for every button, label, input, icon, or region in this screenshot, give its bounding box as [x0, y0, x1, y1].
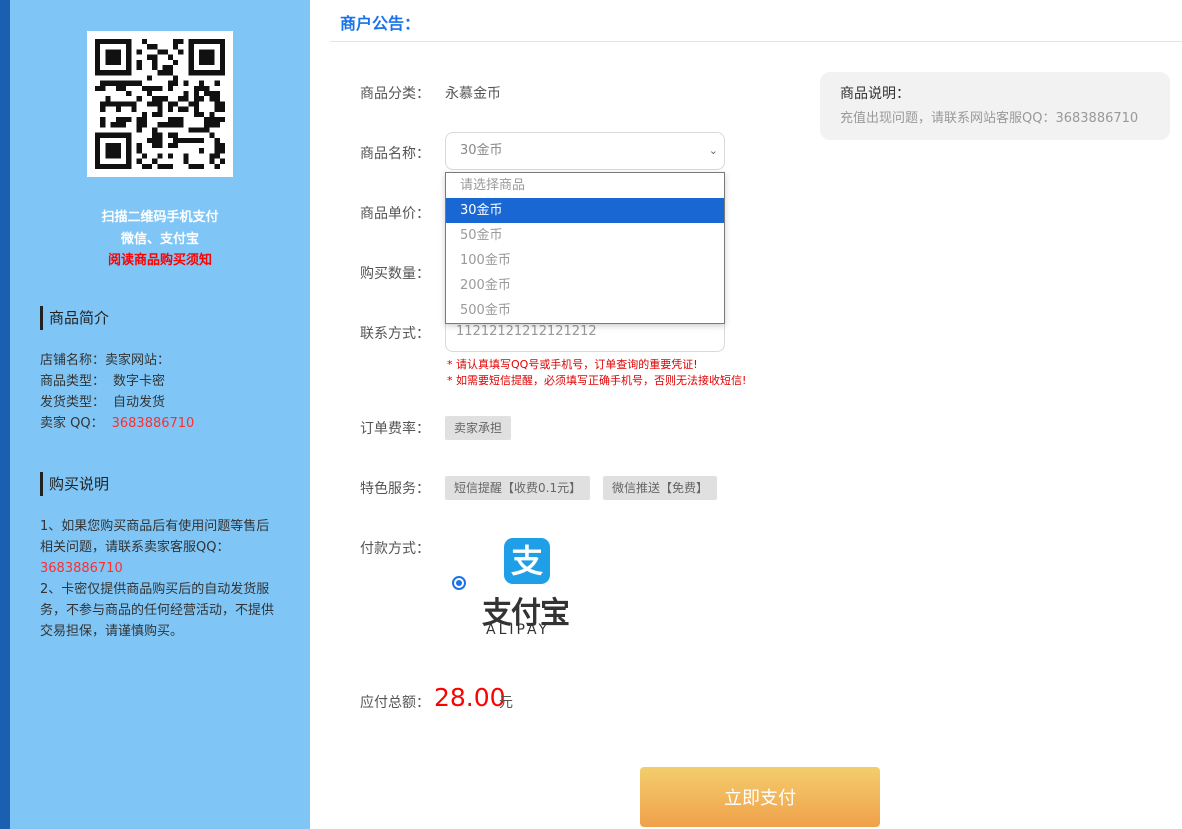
contact-label: 联系方式：	[360, 326, 430, 342]
purchase-note-1: 1、如果您购买商品后有使用问题等售后相关问题，请联系卖家客服QQ： 3683886…	[40, 516, 280, 579]
alipay-logo[interactable]: 支 支付宝 ALIPAY	[482, 538, 572, 640]
info-label: 店铺名称：	[40, 353, 106, 368]
total-unit: 元	[499, 695, 513, 711]
sidebar-edge-strip	[0, 0, 10, 829]
info-value: 自动发货	[113, 395, 166, 410]
qr-code-image	[95, 39, 225, 169]
payment-method-label: 付款方式：	[360, 541, 430, 557]
qr-code-modules	[95, 39, 225, 169]
category-value: 永慕金币	[445, 86, 501, 102]
product-option-30[interactable]: 30金币	[446, 198, 724, 223]
contact-hint-1: * 请认真填写QQ号或手机号，订单查询的重要凭证!	[447, 358, 698, 371]
product-option-100[interactable]: 100金币	[446, 248, 724, 273]
qr-caption-line1: 扫描二维码手机支付	[101, 210, 219, 225]
contact-input-text: 11212121212121212	[456, 324, 597, 339]
sms-service-button[interactable]: 短信提醒【收费0.1元】	[445, 476, 591, 500]
fee-tag: 卖家承担	[445, 416, 512, 440]
shop-info-list: 店铺名称：卖家网站： 商品类型： 数字卡密 发货类型： 自动发货 卖家 QQ： 368…	[40, 350, 194, 434]
purchase-notice-link[interactable]: 阅读商品购买须知	[10, 249, 310, 268]
qr-code	[87, 31, 233, 177]
alipay-icon: 支	[504, 538, 550, 584]
product-dropdown[interactable]: 请选择商品 30金币 50金币 100金币 200金币 500金币	[445, 172, 725, 324]
product-name-label: 商品名称：	[360, 146, 430, 162]
info-row-delivery-type: 发货类型： 自动发货	[40, 392, 194, 413]
product-option-500[interactable]: 500金币	[446, 298, 724, 323]
product-description-box: 商品说明： 充值出现问题，请联系网站客服QQ：3683886710	[820, 72, 1170, 140]
info-row-product-type: 商品类型： 数字卡密	[40, 371, 194, 392]
product-option-50[interactable]: 50金币	[446, 223, 724, 248]
contact-hint-2: * 如需要短信提醒，必须填写正确手机号，否则无法接收短信!	[447, 374, 747, 387]
wechat-push-button[interactable]: 微信推送【免费】	[603, 476, 718, 500]
merchant-notice-title: 商户公告：	[340, 14, 421, 33]
purchase-notes-heading: 购买说明	[40, 472, 109, 496]
info-label: 发货类型：	[40, 395, 106, 410]
product-select-value: 30金币	[460, 143, 503, 158]
qr-caption-line2: 微信、支付宝	[120, 232, 199, 247]
pay-now-button[interactable]: 立即支付	[640, 767, 880, 827]
sidebar: 扫描二维码手机支付 微信、支付宝 阅读商品购买须知 商品简介 店铺名称：卖家网站…	[10, 0, 310, 829]
purchase-notes: 1、如果您购买商品后有使用问题等售后相关问题，请联系卖家客服QQ： 3683886…	[40, 516, 280, 642]
purchase-note-2: 2、卡密仅提供商品购买后的自动发货服务，不参与商品的任何经营活动，不提供交易担保…	[40, 582, 275, 639]
quantity-label: 购买数量：	[360, 266, 430, 282]
purchase-note-qq: 3683886710	[40, 561, 123, 576]
total-label: 应付总额：	[360, 695, 430, 711]
info-label: 卖家 QQ：	[40, 416, 104, 431]
header-divider	[330, 41, 1182, 42]
alipay-radio[interactable]	[452, 576, 466, 590]
info-row-shop-name: 店铺名称：卖家网站：	[40, 350, 194, 371]
product-option-placeholder[interactable]: 请选择商品	[446, 173, 724, 198]
product-intro-heading: 商品简介	[40, 306, 109, 330]
product-description-title: 商品说明：	[840, 86, 910, 102]
purchase-note-1-text: 1、如果您购买商品后有使用问题等售后相关问题，请联系卖家客服QQ：	[40, 519, 270, 555]
info-label: 商品类型：	[40, 374, 106, 389]
page: 扫描二维码手机支付 微信、支付宝 阅读商品购买须知 商品简介 店铺名称：卖家网站…	[0, 0, 1182, 829]
seller-qq-value: 3683886710	[111, 416, 195, 431]
category-label: 商品分类：	[360, 86, 430, 102]
info-value: 卖家网站：	[105, 353, 171, 368]
unit-price-label: 商品单价：	[360, 206, 430, 222]
product-select[interactable]: 30金币 ⌄	[445, 132, 725, 170]
alipay-name-en: ALIPAY	[486, 622, 551, 638]
info-value: 数字卡密	[113, 374, 166, 389]
order-fee-label: 订单费率：	[360, 421, 430, 437]
product-option-200[interactable]: 200金币	[446, 273, 724, 298]
chevron-down-icon: ⌄	[708, 144, 718, 157]
product-description-text: 充值出现问题，请联系网站客服QQ：3683886710	[840, 111, 1139, 126]
info-row-seller-qq: 卖家 QQ： 3683886710	[40, 413, 194, 434]
total-amount: 28.00	[434, 683, 506, 712]
special-service-label: 特色服务：	[360, 481, 430, 497]
